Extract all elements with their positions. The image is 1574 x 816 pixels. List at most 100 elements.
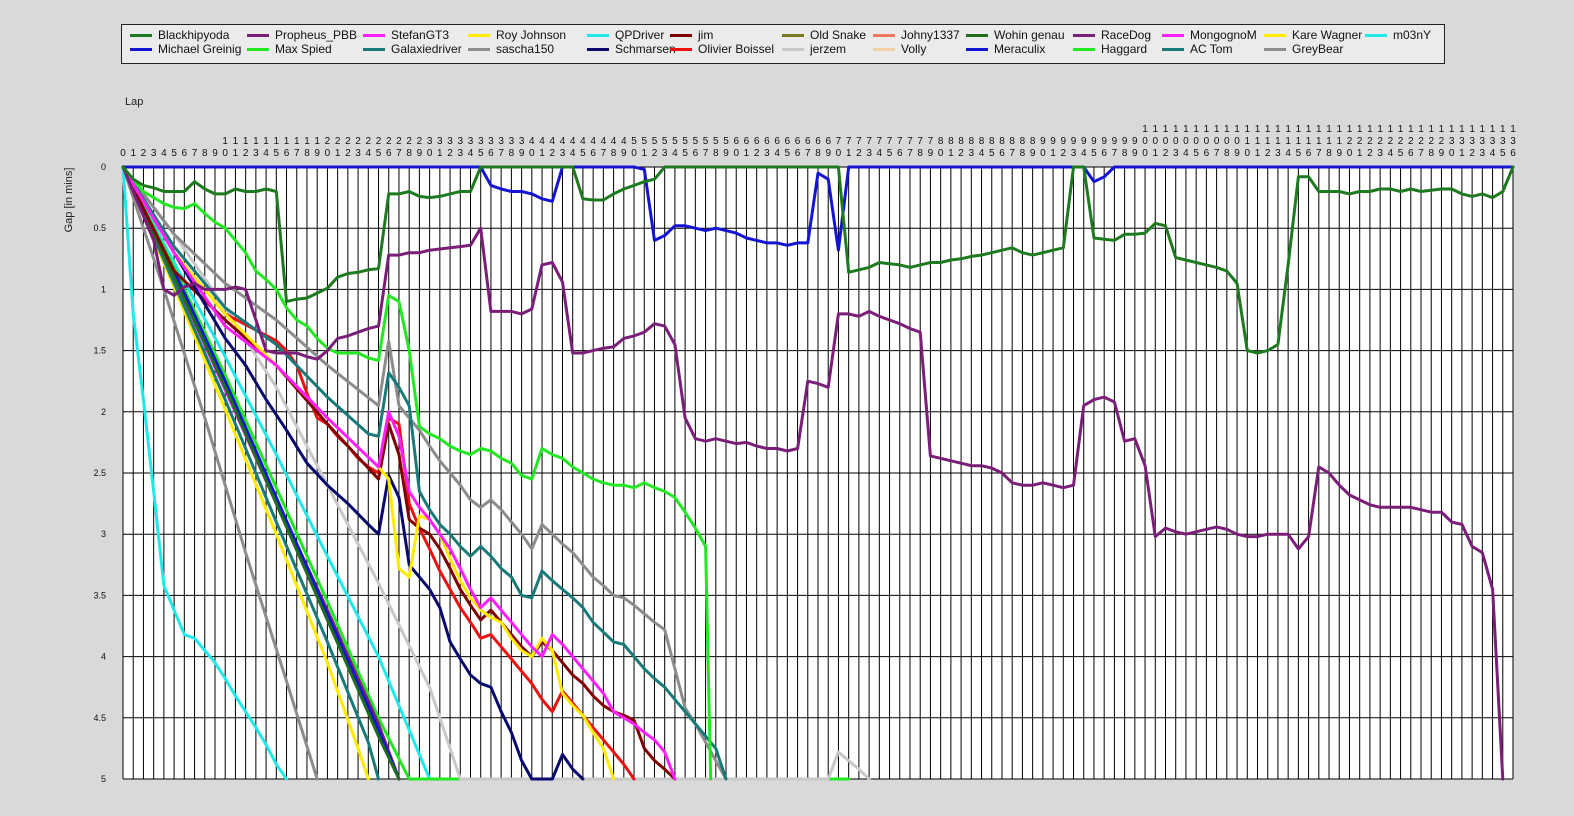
x-tick-label: 134 bbox=[1490, 124, 1496, 159]
y-tick-labels: 0 0.5 1 1.5 2 2.5 3 3.5 4 4.5 5 bbox=[93, 162, 106, 784]
x-tick-label: 72 bbox=[856, 136, 862, 159]
x-tick-label: 45 bbox=[580, 136, 586, 159]
x-tick-label: 77 bbox=[907, 136, 913, 159]
x-tick-label: 44 bbox=[570, 136, 576, 159]
x-tick-label: 119 bbox=[1336, 124, 1342, 159]
x-tick-label: 121 bbox=[1357, 124, 1363, 159]
x-tick-label: 55 bbox=[682, 136, 688, 159]
x-tick-label: 52 bbox=[652, 136, 658, 159]
x-tick-label: 80 bbox=[938, 136, 944, 159]
x-tick-label: 76 bbox=[897, 136, 903, 159]
x-tick-label: 131 bbox=[1459, 124, 1465, 159]
x-tick-label: 82 bbox=[958, 136, 964, 159]
x-tick-label: 70 bbox=[836, 136, 842, 159]
x-tick-label: 56 bbox=[693, 136, 699, 159]
x-tick-label: 63 bbox=[764, 136, 770, 159]
x-tick-label: 92 bbox=[1061, 136, 1067, 159]
x-tick-label: 98 bbox=[1122, 136, 1128, 159]
x-tick-label: 3 bbox=[151, 148, 157, 159]
x-tick-label: 11 bbox=[233, 136, 239, 159]
x-tick-label: 85 bbox=[989, 136, 995, 159]
x-tick-label: 95 bbox=[1091, 136, 1097, 159]
x-tick-label: 97 bbox=[1112, 136, 1118, 159]
x-tick-label: 49 bbox=[621, 136, 627, 159]
x-tick-label: 108 bbox=[1224, 124, 1230, 159]
x-tick-label: 23 bbox=[355, 136, 361, 159]
x-tick-label: 132 bbox=[1469, 124, 1475, 159]
x-tick-label: 61 bbox=[744, 136, 750, 159]
x-tick-label: 133 bbox=[1480, 124, 1486, 159]
x-tick-label: 107 bbox=[1214, 124, 1220, 159]
y-tick-label: 2 bbox=[101, 407, 106, 417]
x-tick-label: 12 bbox=[243, 136, 249, 159]
x-tick-label: 40 bbox=[529, 136, 535, 159]
x-tick-label: 27 bbox=[396, 136, 402, 159]
x-tick-label: 75 bbox=[887, 136, 893, 159]
x-tick-label: 112 bbox=[1265, 124, 1271, 159]
x-tick-label: 8 bbox=[202, 148, 208, 159]
x-tick-label: 50 bbox=[631, 136, 637, 159]
y-tick-label: 0.5 bbox=[93, 223, 106, 233]
x-tick-label: 118 bbox=[1326, 124, 1332, 159]
x-tick-label: 123 bbox=[1377, 124, 1383, 159]
x-tick-label: 99 bbox=[1132, 136, 1138, 159]
x-tick-label: 38 bbox=[509, 136, 515, 159]
x-tick-label: 102 bbox=[1163, 124, 1169, 159]
x-tick-label: 43 bbox=[560, 136, 566, 159]
y-tick-label: 1 bbox=[101, 284, 106, 294]
x-tick-label: 67 bbox=[805, 136, 811, 159]
x-tick-label: 47 bbox=[601, 136, 607, 159]
x-tick-label: 122 bbox=[1367, 124, 1373, 159]
y-tick-label: 5 bbox=[101, 774, 106, 784]
x-tick-label: 20 bbox=[325, 136, 331, 159]
x-tick-label: 84 bbox=[979, 136, 985, 159]
lap-gap-chart: 0 1 2 3 4 5 6 7 8 91 01 11 21 31 41 51 61 71 81 92 02 12 22 32 4… bbox=[63, 96, 1516, 784]
y-tick-label: 3 bbox=[101, 529, 106, 539]
x-tick-label: 129 bbox=[1439, 124, 1445, 159]
y-tick-label: 1.5 bbox=[93, 346, 106, 356]
x-tick-label: 5 bbox=[171, 148, 177, 159]
x-tick-label: 22 bbox=[345, 136, 351, 159]
x-tick-label: 106 bbox=[1204, 124, 1210, 159]
x-tick-label: 30 bbox=[427, 136, 433, 159]
x-tick-label: 69 bbox=[825, 136, 831, 159]
x-tick-label: 101 bbox=[1152, 124, 1158, 159]
x-tick-label: 14 bbox=[263, 136, 269, 159]
x-tick-label: 54 bbox=[672, 136, 678, 159]
x-tick-label: 83 bbox=[969, 136, 975, 159]
x-tick-label: 48 bbox=[611, 136, 617, 159]
x-tick-label: 66 bbox=[795, 136, 801, 159]
x-tick-label: 103 bbox=[1173, 124, 1179, 159]
x-tick-label: 18 bbox=[304, 136, 310, 159]
y-tick-label: 3.5 bbox=[93, 590, 106, 600]
x-tick-label: 26 bbox=[386, 136, 392, 159]
x-tick-label: 19 bbox=[314, 136, 320, 159]
x-tick-label: 127 bbox=[1418, 124, 1424, 159]
x-tick-label: 116 bbox=[1306, 124, 1312, 159]
x-tick-label: 73 bbox=[866, 136, 872, 159]
x-tick-label: 65 bbox=[785, 136, 791, 159]
x-tick-label: 136 bbox=[1510, 124, 1516, 159]
y-tick-label: 0 bbox=[101, 162, 106, 172]
x-tick-label: 39 bbox=[519, 136, 525, 159]
x-tick-label: 6 bbox=[182, 148, 188, 159]
x-tick-label: 135 bbox=[1500, 124, 1506, 159]
x-tick-label: 1 bbox=[130, 148, 136, 159]
x-tick-label: 9 bbox=[212, 148, 218, 159]
x-tick-label: 81 bbox=[948, 136, 954, 159]
y-tick-label: 2.5 bbox=[93, 468, 106, 478]
x-tick-label: 71 bbox=[846, 136, 852, 159]
x-tick-label: 79 bbox=[928, 136, 934, 159]
x-tick-label: 128 bbox=[1428, 124, 1434, 159]
x-tick-label: 89 bbox=[1030, 136, 1036, 159]
x-tick-label: 78 bbox=[917, 136, 923, 159]
x-tick-label: 7 bbox=[192, 148, 198, 159]
x-tick-label: 15 bbox=[274, 136, 280, 159]
x-tick-label: 126 bbox=[1408, 124, 1414, 159]
x-tick-label: 94 bbox=[1081, 136, 1087, 159]
y-tick-label: 4.5 bbox=[93, 713, 106, 723]
x-tick-label: 46 bbox=[590, 136, 596, 159]
x-tick-label: 114 bbox=[1285, 124, 1291, 159]
x-tick-label: 28 bbox=[406, 136, 412, 159]
x-tick-label: 110 bbox=[1244, 124, 1250, 159]
